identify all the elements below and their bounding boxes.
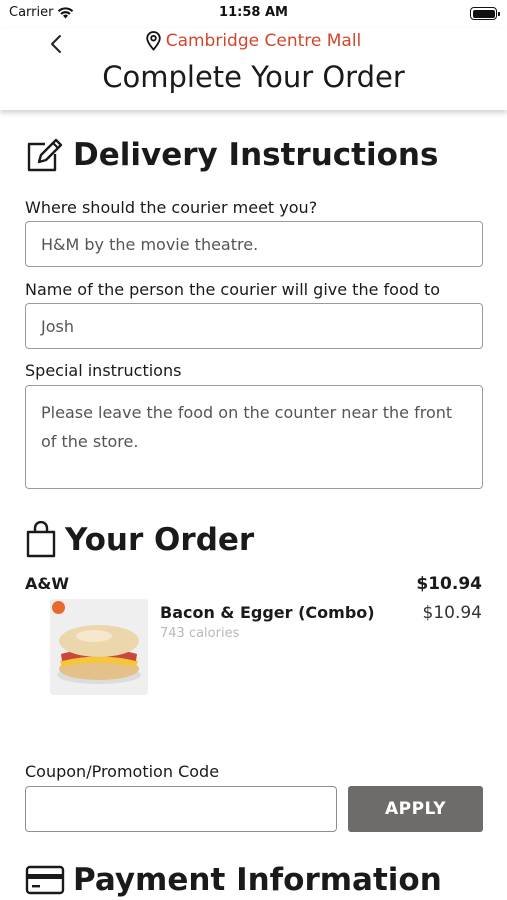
vendor-total: $10.94 [416,574,482,594]
vendor-name: A&W [25,574,69,593]
edit-icon [27,138,63,172]
special-instructions-value: Please leave the food on the counter nea… [41,403,453,451]
recipient-name-label: Name of the person the courier will give… [25,280,441,299]
apply-coupon-button[interactable]: APPLY [348,786,483,832]
food-photo [50,599,148,695]
status-bar: Carrier 11:58 AM [0,0,507,28]
item-name: Bacon & Egger (Combo) [160,603,375,622]
credit-card-icon [25,865,65,895]
order-section-header: Your Order [25,521,254,559]
special-instructions-label: Special instructions [25,361,182,380]
page-title: Complete Your Order [102,60,405,94]
item-calories: 743 calories [160,626,240,641]
special-instructions-textarea[interactable]: Please leave the food on the counter nea… [25,385,483,489]
order-section-title: Your Order [65,522,255,558]
delivery-section-title: Delivery Instructions [73,137,439,173]
item-price: $10.94 [422,603,482,623]
page-header: Cambridge Centre Mall Complete Your Orde… [0,28,507,110]
apply-button-label: APPLY [384,799,447,819]
shopping-bag-icon [26,521,56,558]
status-time: 11:58 AM [219,5,288,20]
location-label: Cambridge Centre Mall [165,31,362,51]
coupon-label: Coupon/Promotion Code [25,762,220,781]
battery-icon [470,7,500,20]
meet-location-label: Where should the courier meet you? [25,198,318,217]
recipient-name-input[interactable]: Josh [25,303,483,349]
location-pin-icon [146,31,161,51]
meet-location-input[interactable]: H&M by the movie theatre. [25,221,483,267]
delivery-section-header: Delivery Instructions [25,137,438,173]
store-location[interactable]: Cambridge Centre Mall [0,31,507,51]
payment-section-title: Payment Information [73,862,442,898]
payment-section-header: Payment Information [25,862,442,898]
coupon-input[interactable] [25,786,337,832]
promo-badge-icon [52,601,65,614]
item-image [50,599,148,695]
meet-location-value: H&M by the movie theatre. [41,234,259,254]
recipient-name-value: Josh [41,316,74,336]
